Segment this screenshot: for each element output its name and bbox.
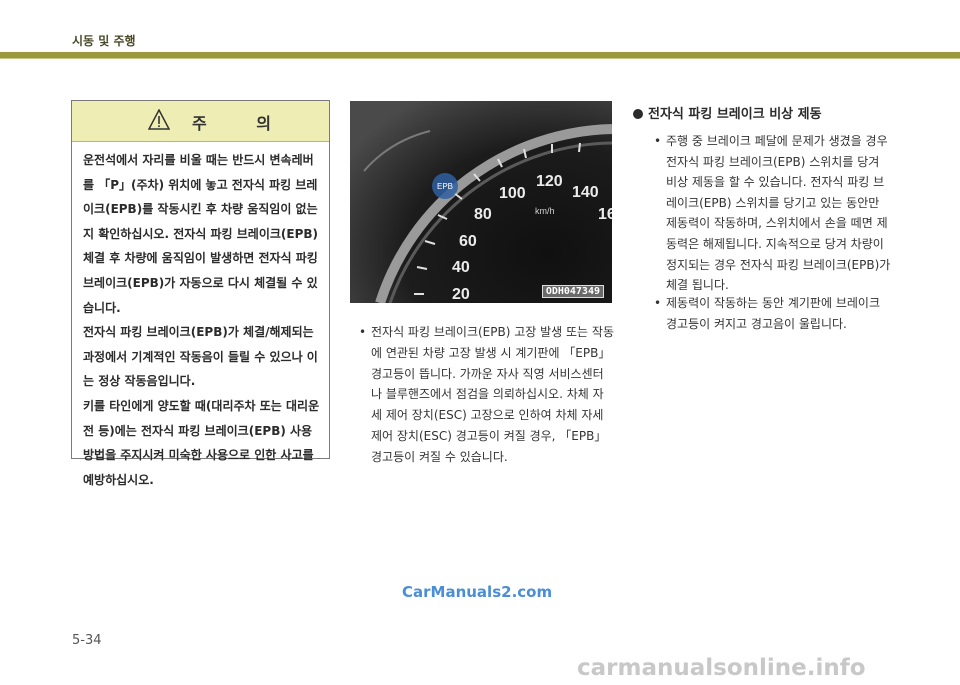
bullet: • [654,134,662,148]
bullet: • [654,296,662,310]
unit-label: km/h [535,206,555,216]
tick-label: 16 [598,206,612,223]
speedometer-photo: EPB 20 40 60 80 100 120 140 16 km/h ODH0… [350,101,612,303]
heading-dot-icon [633,109,643,119]
tick-label: 40 [452,259,470,276]
footer-watermark: carmanualsonline.info [577,655,866,681]
list-item: • 주행 중 브레이크 페달에 문제가 생겼을 경우 전자식 파킹 브레이크(E… [654,131,892,296]
page-number: 5-34 [72,633,102,648]
caution-body: 운전석에서 자리를 비울 때는 반드시 변속레버를 「P」(주차) 위치에 놓고… [72,142,329,492]
warning-triangle-icon [148,109,170,130]
list-item-text: 주행 중 브레이크 페달에 문제가 생겼을 경우 전자식 파킹 브레이크(EPB… [666,134,891,293]
tick-label: 100 [499,185,526,202]
section-heading: 전자식 파킹 브레이크 비상 제동 [633,103,822,122]
caution-title: 주 의 [192,114,294,133]
caution-paragraph: 키를 타인에게 양도할 때(대리주차 또는 대리운전 등)에는 전자식 파킹 브… [83,398,320,487]
middle-note-text: 전자식 파킹 브레이크(EPB) 고장 발생 또는 작동에 연관된 차량 고장 … [371,325,614,464]
caution-paragraph: 전자식 파킹 브레이크(EPB)가 체결/해제되는 과정에서 기계적인 작동음이… [83,325,318,389]
watermark-link[interactable]: CarManuals2.com [402,583,552,601]
caution-header: 주 의 [72,101,329,142]
list-item: • 제동력이 작동하는 동안 계기판에 브레이크 경고등이 켜지고 경고음이 울… [654,293,892,334]
header-rule [0,58,960,59]
tick-label: 60 [459,233,477,250]
section-title: 시동 및 주행 [72,34,136,48]
epb-indicator: EPB [437,182,453,191]
tick-label: 80 [474,206,492,223]
bullet: • [359,325,367,339]
section-heading-text: 전자식 파킹 브레이크 비상 제동 [648,107,822,122]
list-item-text: 제동력이 작동하는 동안 계기판에 브레이크 경고등이 켜지고 경고음이 울립니… [666,296,880,331]
caution-box: 주 의 운전석에서 자리를 비울 때는 반드시 변속레버를 「P」(주차) 위치… [71,100,330,487]
tick-label: 140 [572,184,599,201]
caution-paragraph: 운전석에서 자리를 비울 때는 반드시 변속레버를 「P」(주차) 위치에 놓고… [83,153,319,315]
tick-label: 120 [536,173,563,190]
figure-code: ODH047349 [541,285,604,298]
speedometer-illustration: EPB 20 40 60 80 100 120 140 16 km/h [350,101,612,303]
middle-note: • 전자식 파킹 브레이크(EPB) 고장 발생 또는 작동에 연관된 차량 고… [359,322,614,468]
tick-label: 20 [452,286,470,303]
